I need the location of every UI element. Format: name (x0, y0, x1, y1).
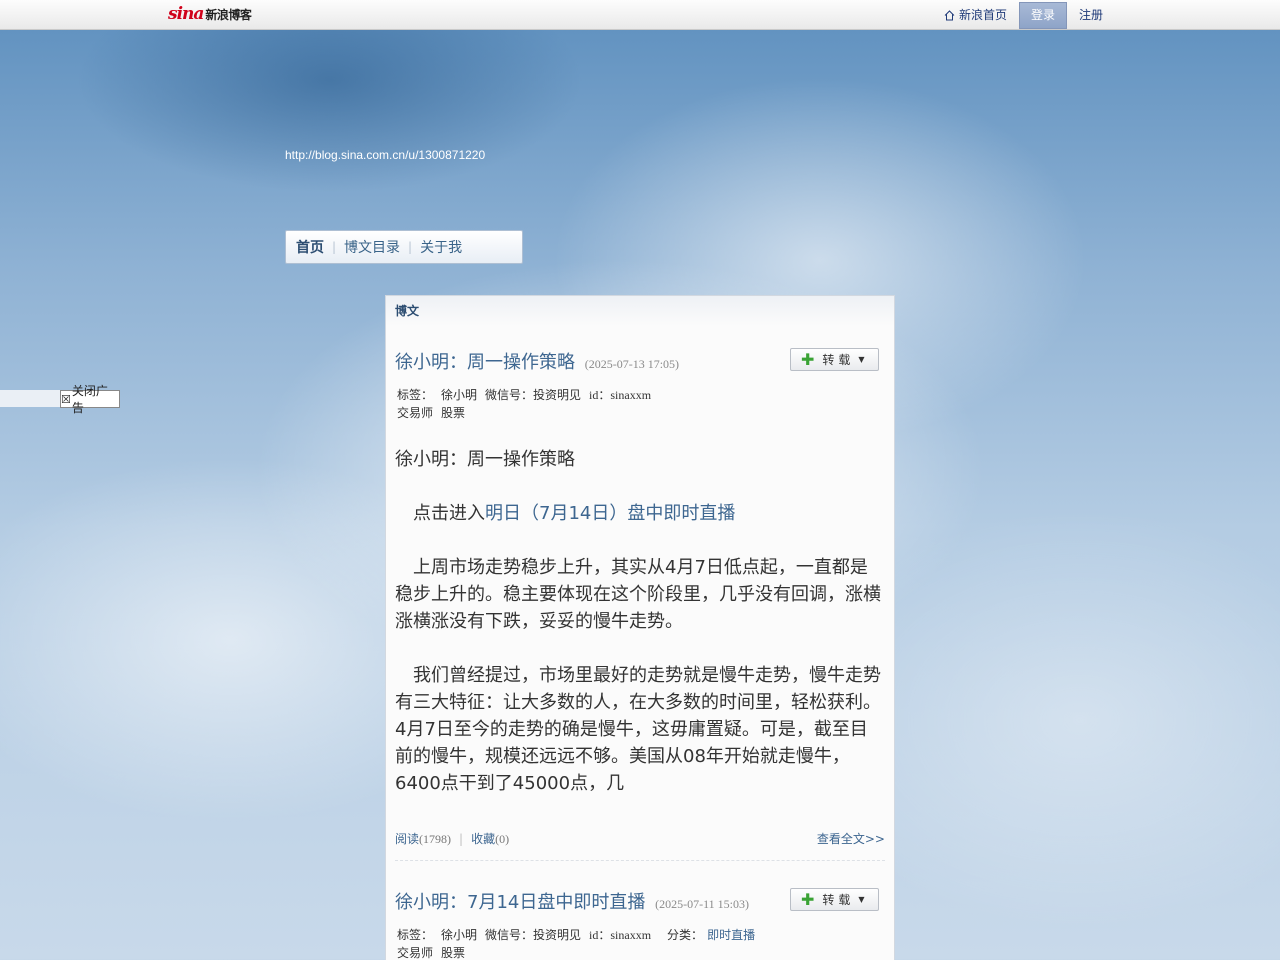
favorite-link[interactable]: 收藏(0) (471, 832, 509, 846)
sina-home-link[interactable]: 新浪首页 (940, 2, 1019, 29)
post-date: (2025-07-11 15:03) (655, 897, 749, 911)
favorite-count: (0) (495, 832, 510, 846)
tag[interactable]: 徐小明 (441, 928, 477, 942)
dropdown-arrow-icon: ▼ (858, 355, 865, 364)
post-tags: 标签： 徐小明 微信号：投资明见 id：sinaxxm 分类： 即时直播 交易师 股票 (397, 926, 755, 960)
repost-button[interactable]: ✚ 转载 ▼ (790, 888, 879, 911)
favorite-label: 收藏 (471, 832, 496, 846)
post-item: 徐小明：7月14日盘中即时直播 (2025-07-11 15:03) ✚ 转载 … (395, 888, 885, 960)
tab-catalog[interactable]: 博文目录 (336, 237, 408, 257)
read-count-link[interactable]: 阅读(1798) (395, 832, 451, 846)
close-ad-button[interactable]: ☒ 关闭广告 (60, 384, 120, 415)
post-title-text[interactable]: 徐小明：7月14日盘中即时直播 (395, 892, 645, 913)
read-more-link[interactable]: 查看全文>> (817, 830, 885, 847)
tag[interactable]: 微信号：投资明见 (485, 388, 581, 402)
sina-logo-text: 新浪博客 (205, 7, 252, 22)
post-title[interactable]: 徐小明：周一操作策略 (2025-07-13 17:05) (395, 348, 679, 374)
top-nav: 新浪首页 登录 注册 (940, 2, 1115, 29)
tag[interactable]: 股票 (441, 946, 465, 960)
tag[interactable]: 微信号：投资明见 (485, 928, 581, 942)
footer-separator: | (459, 832, 464, 846)
post-date: (2025-07-13 17:05) (584, 357, 680, 371)
tag[interactable]: id：sinaxxm (589, 928, 651, 942)
excerpt-title: 徐小明：周一操作策略 (395, 449, 575, 470)
excerpt-paragraph: 我们曾经提过，市场里最好的走势就是慢牛走势，慢牛走势有三大特征：让大多数的人，在… (395, 665, 881, 794)
tag[interactable]: 徐小明 (441, 388, 477, 402)
repost-label: 转载 (822, 893, 855, 907)
category-label: 分类： (667, 928, 704, 942)
blog-url[interactable]: http://blog.sina.com.cn/u/1300871220 (285, 148, 485, 162)
repost-button[interactable]: ✚ 转载 ▼ (790, 348, 879, 371)
post-title-text[interactable]: 徐小明：周一操作策略 (395, 352, 575, 373)
tag[interactable]: 交易师 (397, 406, 433, 420)
tags-label: 标签： (397, 928, 434, 942)
excerpt-live-prefix: 点击进入 (395, 503, 485, 524)
ad-banner (0, 390, 60, 407)
login-button[interactable]: 登录 (1019, 2, 1068, 29)
sina-logo-mark: sina (168, 4, 204, 24)
close-icon: ☒ (61, 392, 71, 406)
blog-nav: 首页 | 博文目录 | 关于我 (285, 230, 523, 264)
post-excerpt: 徐小明：周一操作策略 点击进入明日（7月14日）盘中即时直播 上周市场走势稳步上… (395, 446, 885, 824)
tab-about[interactable]: 关于我 (412, 237, 470, 257)
panel-heading: 博文 (386, 296, 894, 326)
post-tags: 标签： 徐小明 微信号：投资明见 id：sinaxxm 交易师 股票 (397, 386, 659, 422)
post-divider (395, 860, 885, 861)
top-bar: sina 新浪博客 新浪首页 登录 注册 (0, 0, 1280, 30)
dropdown-arrow-icon: ▼ (858, 895, 865, 904)
excerpt-live-line: 点击进入明日（7月14日）盘中即时直播 (395, 500, 885, 527)
sina-blog-logo[interactable]: sina 新浪博客 (168, 3, 252, 25)
excerpt-paragraph: 上周市场走势稳步上升，其实从4月7日低点起，一直都是稳步上升的。稳主要体现在这个… (395, 557, 881, 632)
repost-label: 转载 (822, 353, 855, 367)
read-count: (1798) (419, 832, 452, 846)
post-footer: 阅读(1798) | 收藏(0) 查看全文>> (395, 830, 885, 847)
post-title[interactable]: 徐小明：7月14日盘中即时直播 (2025-07-11 15:03) (395, 888, 749, 914)
post-item: 徐小明：周一操作策略 (2025-07-13 17:05) ✚ 转载 ▼ 标签：… (395, 348, 885, 908)
tag[interactable]: id：sinaxxm (589, 388, 651, 402)
posts-panel: 博文 徐小明：周一操作策略 (2025-07-13 17:05) ✚ 转载 ▼ … (385, 295, 895, 960)
sina-home-label: 新浪首页 (959, 8, 1008, 22)
plus-icon: ✚ (801, 889, 815, 909)
register-link[interactable]: 注册 (1067, 2, 1115, 29)
read-label: 阅读 (395, 832, 420, 846)
close-ad-label: 关闭广告 (71, 384, 108, 415)
tag[interactable]: 股票 (441, 406, 465, 420)
home-icon (944, 10, 955, 21)
tag[interactable]: 交易师 (397, 946, 433, 960)
tab-home[interactable]: 首页 (286, 237, 332, 257)
live-broadcast-link[interactable]: 明日（7月14日）盘中即时直播 (485, 503, 735, 524)
tags-label: 标签： (397, 388, 434, 402)
plus-icon: ✚ (801, 349, 815, 369)
category-link[interactable]: 即时直播 (707, 928, 755, 942)
